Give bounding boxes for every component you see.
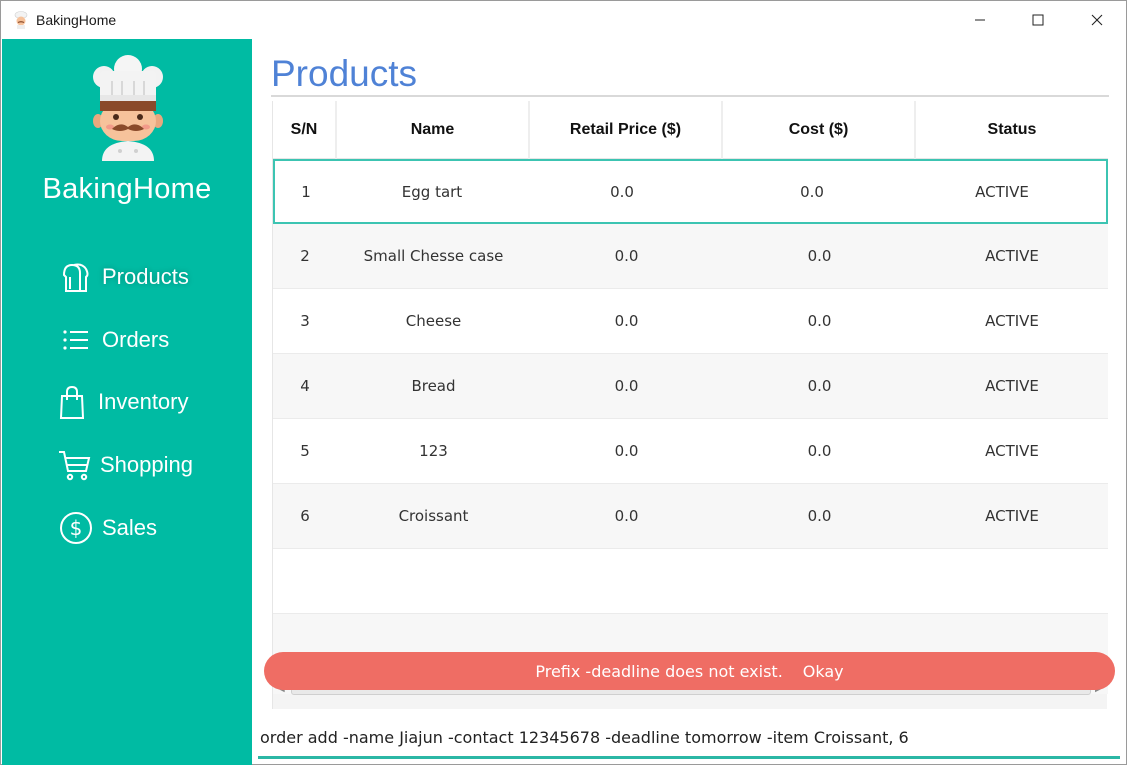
okay-button[interactable]: Okay	[803, 662, 844, 681]
table-row[interactable]: 6 Croissant 0.0 0.0 ACTIVE	[273, 484, 1108, 549]
cell-cost: 0.0	[807, 312, 832, 330]
cell-price: 0.0	[614, 377, 639, 395]
column-header-sn[interactable]: S/N	[273, 101, 337, 159]
sidebar-item-sales[interactable]: $ Sales	[58, 508, 157, 548]
window-title: BakingHome	[36, 12, 117, 28]
table-row[interactable]: 5 123 0.0 0.0 ACTIVE	[273, 419, 1108, 484]
cell-sn: 6	[300, 507, 310, 525]
cell-cost: 0.0	[807, 377, 832, 395]
cell-sn: 1	[301, 182, 311, 201]
cell-sn: 3	[300, 312, 310, 330]
cart-icon	[56, 447, 92, 483]
cell-name: Croissant	[398, 507, 469, 525]
error-snackbar: Prefix -deadline does not exist. Okay	[264, 652, 1115, 690]
sidebar-item-label: Orders	[102, 327, 170, 352]
sidebar-item-label: Products	[102, 264, 189, 289]
cell-name: Small Chesse case	[363, 247, 504, 265]
cell-status: ACTIVE	[985, 442, 1039, 460]
app-window: BakingHome BakingHome Products Orders In…	[0, 0, 1127, 765]
sidebar-item-inventory[interactable]: Inventory	[54, 382, 189, 422]
cell-price: 0.0	[610, 182, 634, 201]
cell-price: 0.0	[614, 507, 639, 525]
cell-status: ACTIVE	[985, 312, 1039, 330]
table-row[interactable]: 3 Cheese 0.0 0.0 ACTIVE	[273, 289, 1108, 354]
cell-cost: 0.0	[807, 247, 832, 265]
title-bar: BakingHome	[1, 1, 1126, 39]
cell-status: ACTIVE	[985, 247, 1039, 265]
svg-text:$: $	[70, 516, 83, 540]
cell-status: ACTIVE	[975, 182, 1029, 201]
cell-name: Cheese	[405, 312, 462, 330]
column-header-price[interactable]: Retail Price ($)	[530, 101, 723, 159]
maximize-button[interactable]	[1009, 1, 1067, 39]
table-row[interactable]: 2 Small Chesse case 0.0 0.0 ACTIVE	[273, 224, 1108, 289]
maximize-icon	[1032, 14, 1044, 26]
chef-logo	[93, 55, 163, 161]
list-icon	[58, 322, 94, 358]
column-header-status[interactable]: Status	[916, 101, 1108, 159]
bag-icon	[54, 384, 90, 420]
empty-row	[273, 549, 1108, 614]
sidebar-item-label: Sales	[102, 515, 158, 540]
column-header-name[interactable]: Name	[337, 101, 530, 159]
minimize-button[interactable]	[951, 1, 1009, 39]
sidebar-item-label: Shopping	[100, 452, 193, 477]
cell-price: 0.0	[614, 442, 639, 460]
error-message: Prefix -deadline does not exist.	[535, 661, 783, 681]
cell-sn: 4	[300, 377, 310, 395]
cell-cost: 0.0	[800, 182, 824, 201]
cell-cost: 0.0	[807, 442, 832, 460]
close-button[interactable]	[1068, 1, 1126, 39]
table-row[interactable]: 4 Bread 0.0 0.0 ACTIVE	[273, 354, 1108, 419]
command-input-value: order add -name Jiajun -contact 12345678…	[260, 728, 909, 747]
chef-app-icon	[14, 11, 28, 29]
cell-status: ACTIVE	[985, 377, 1039, 395]
sidebar-item-label: Inventory	[98, 389, 189, 414]
dollar-icon: $	[58, 510, 94, 546]
sidebar-item-products[interactable]: Products	[58, 257, 189, 297]
cell-name: 123	[419, 442, 448, 460]
cell-sn: 5	[300, 442, 310, 460]
cell-price: 0.0	[614, 312, 639, 330]
cell-sn: 2	[300, 247, 310, 265]
cell-cost: 0.0	[807, 507, 832, 525]
cell-status: ACTIVE	[985, 507, 1039, 525]
page-title: Products	[271, 53, 418, 94]
sidebar-item-orders[interactable]: Orders	[58, 320, 169, 360]
title-divider	[271, 95, 1109, 97]
cell-price: 0.0	[614, 247, 639, 265]
bread-icon	[58, 259, 94, 295]
minimize-icon	[975, 19, 985, 21]
table-header: S/N Name Retail Price ($) Cost ($) Statu…	[273, 101, 1108, 159]
sidebar-item-shopping[interactable]: Shopping	[56, 445, 193, 485]
brand-name: BakingHome	[42, 173, 212, 205]
sidebar: BakingHome Products Orders Inventory Sho…	[2, 39, 252, 765]
close-icon	[1091, 14, 1103, 26]
cell-name: Bread	[411, 377, 456, 395]
column-header-cost[interactable]: Cost ($)	[723, 101, 916, 159]
products-table: S/N Name Retail Price ($) Cost ($) Statu…	[272, 101, 1108, 709]
table-row[interactable]: 1 Egg tart 0.0 0.0 ACTIVE	[273, 159, 1108, 224]
cell-name: Egg tart	[401, 182, 463, 201]
